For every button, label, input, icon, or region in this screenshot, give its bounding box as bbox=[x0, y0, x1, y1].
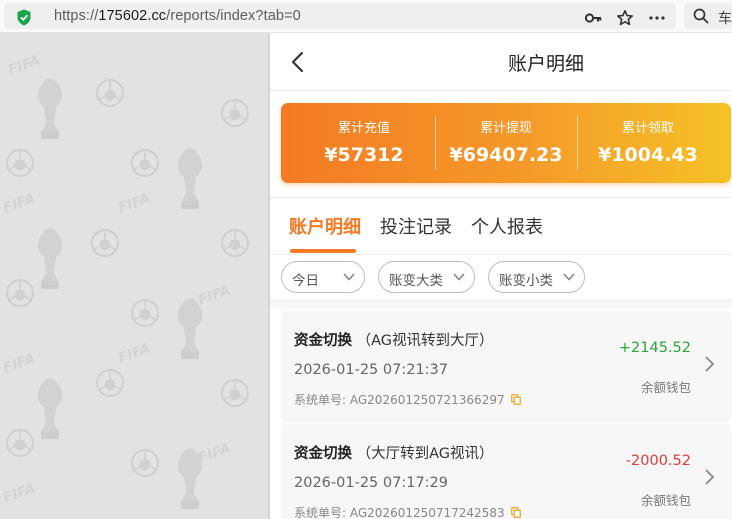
filter-minor-category[interactable]: 账变小类 bbox=[488, 261, 585, 293]
url-prefix: https:// bbox=[54, 8, 99, 24]
search-text: 车 bbox=[718, 11, 732, 27]
account-detail-page: 账户明细 累计充值 ¥57312 累计提现 ¥69407.23 累计领取 ¥10… bbox=[270, 33, 732, 519]
summary-label: 累计充值 bbox=[337, 121, 390, 136]
browser-toolbar: https://175602.cc/reports/index?tab=0 车 bbox=[0, 0, 732, 33]
summary-claimed: 累计领取 ¥1004.43 bbox=[573, 103, 723, 183]
url-text[interactable]: https://175602.cc/reports/index?tab=0 bbox=[54, 8, 301, 24]
chevron-right-icon[interactable] bbox=[704, 468, 715, 486]
filter-bar: 今日 账变大类 账变小类 bbox=[270, 254, 732, 300]
divider bbox=[270, 197, 732, 198]
filter-shadow bbox=[270, 299, 732, 309]
tab-account-detail[interactable]: 账户明细 bbox=[289, 213, 361, 239]
page-title: 账户明细 bbox=[507, 53, 584, 75]
svg-text:FIFA: FIFA bbox=[196, 282, 233, 308]
background-wallpaper: FIFA FIFA FIFA FIFA FIFA FIFA FIFA FIFA bbox=[0, 33, 268, 519]
svg-text:FIFA: FIFA bbox=[1, 190, 38, 216]
record-wallet: 余额钱包 bbox=[640, 380, 691, 395]
record-detail: （大厅转到AG视讯） bbox=[356, 446, 494, 462]
nav-header: 账户明细 bbox=[270, 33, 732, 91]
chevron-down-icon bbox=[563, 273, 575, 281]
filter-label: 账变小类 bbox=[499, 273, 553, 289]
order-number: AG202601250721366297 bbox=[349, 393, 505, 407]
svg-text:FIFA: FIFA bbox=[116, 190, 153, 216]
search-box[interactable]: 车 bbox=[684, 3, 732, 29]
svg-text:FIFA: FIFA bbox=[1, 350, 38, 376]
record-title: 资金切换 （AG视讯转到大厅） bbox=[294, 329, 494, 350]
tab-personal-report[interactable]: 个人报表 bbox=[471, 213, 543, 239]
copy-icon[interactable] bbox=[510, 394, 521, 405]
key-icon[interactable] bbox=[584, 9, 602, 27]
chevron-down-icon bbox=[343, 273, 355, 281]
filter-label: 今日 bbox=[292, 273, 319, 289]
tab-active-indicator bbox=[290, 249, 356, 253]
more-icon[interactable] bbox=[648, 9, 666, 27]
tab-bet-records[interactable]: 投注记录 bbox=[380, 213, 452, 239]
search-icon bbox=[693, 8, 709, 24]
svg-text:FIFA: FIFA bbox=[196, 440, 233, 466]
record-datetime: 2026-01-25 07:21:37 bbox=[294, 362, 448, 378]
record-wallet: 余额钱包 bbox=[640, 493, 691, 508]
url-path: /reports/index?tab=0 bbox=[166, 8, 301, 24]
summary-value: ¥1004.43 bbox=[598, 144, 698, 166]
star-icon[interactable] bbox=[616, 9, 634, 27]
record-amount: -2000.52 bbox=[625, 453, 691, 469]
filter-label: 账变大类 bbox=[389, 273, 443, 289]
record-title: 资金切换 （大厅转到AG视讯） bbox=[294, 442, 494, 463]
record-type: 资金切换 bbox=[294, 333, 352, 349]
record-detail: （AG视讯转到大厅） bbox=[356, 333, 494, 349]
chevron-right-icon[interactable] bbox=[704, 355, 715, 373]
url-host: 175602.cc bbox=[98, 8, 167, 24]
summary-withdraw: 累计提现 ¥69407.23 bbox=[431, 103, 581, 183]
record-order: 系统单号: AG202601250721366297 bbox=[294, 391, 521, 408]
record-order: 系统单号: AG202601250717242583 bbox=[294, 504, 521, 519]
svg-text:FIFA: FIFA bbox=[1, 480, 38, 506]
summary-value: ¥57312 bbox=[324, 144, 404, 166]
order-label: 系统单号: bbox=[294, 393, 347, 407]
record-card[interactable]: 资金切换 （AG视讯转到大厅） 2026-01-25 07:21:37 系统单号… bbox=[281, 311, 731, 423]
record-amount: +2145.52 bbox=[618, 340, 691, 356]
summary-label: 累计领取 bbox=[621, 121, 674, 136]
summary-label: 累计提现 bbox=[479, 121, 532, 136]
summary-deposit: 累计充值 ¥57312 bbox=[289, 103, 439, 183]
svg-text:FIFA: FIFA bbox=[6, 52, 43, 78]
order-number: AG202601250717242583 bbox=[349, 506, 505, 519]
record-datetime: 2026-01-25 07:17:29 bbox=[294, 475, 448, 491]
shield-icon bbox=[17, 9, 31, 26]
summary-card: 累计充值 ¥57312 累计提现 ¥69407.23 累计领取 ¥1004.43 bbox=[281, 103, 731, 183]
copy-icon[interactable] bbox=[510, 507, 521, 518]
record-type: 资金切换 bbox=[294, 446, 352, 462]
wallpaper-pattern: FIFA FIFA FIFA FIFA FIFA FIFA FIFA FIFA bbox=[1, 52, 249, 509]
address-bar[interactable]: https://175602.cc/reports/index?tab=0 bbox=[4, 3, 676, 29]
summary-value: ¥69407.23 bbox=[449, 144, 563, 166]
chevron-down-icon bbox=[453, 273, 465, 281]
record-card[interactable]: 资金切换 （大厅转到AG视讯） 2026-01-25 07:17:29 系统单号… bbox=[281, 424, 731, 519]
filter-date[interactable]: 今日 bbox=[281, 261, 365, 293]
svg-text:FIFA: FIFA bbox=[116, 340, 153, 366]
tab-bar: 账户明细 投注记录 个人报表 bbox=[270, 199, 732, 253]
order-label: 系统单号: bbox=[294, 506, 347, 519]
filter-major-category[interactable]: 账变大类 bbox=[378, 261, 475, 293]
